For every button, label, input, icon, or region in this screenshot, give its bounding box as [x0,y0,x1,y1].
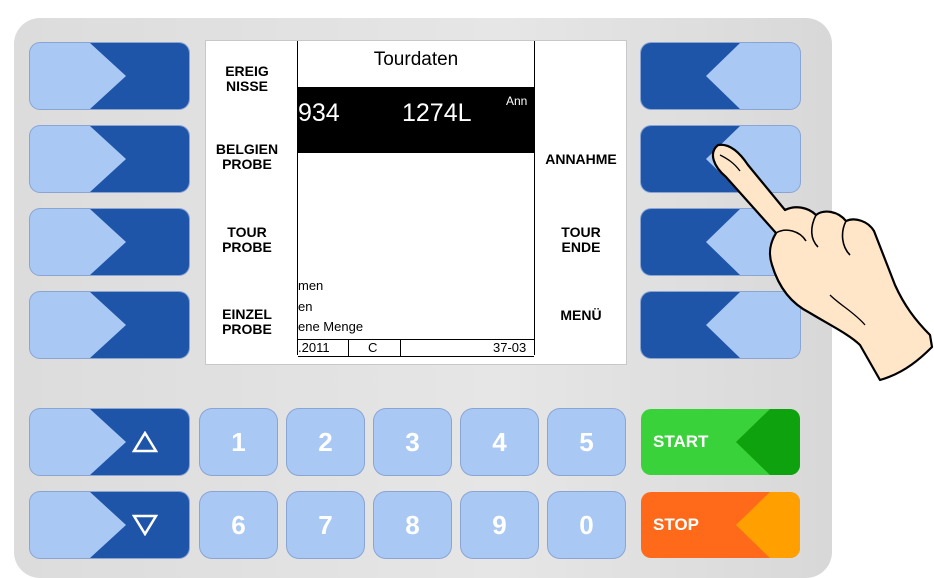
key-8[interactable]: 8 [374,492,451,558]
status-code: C [368,340,378,355]
selected-row: 934 1274L Ann [298,87,534,153]
row-number: 934 [298,99,340,127]
right-divider [534,41,535,355]
start-label: START [653,432,709,451]
info-line-1: men [298,278,324,293]
softkey-left-2[interactable] [30,126,189,192]
key-0[interactable]: 0 [548,492,625,558]
label-annahme: ANNAHME [545,151,617,167]
label-ereignisse: EREIG NISSE [225,63,269,94]
status-ref: 37-03 [493,340,527,355]
start-button[interactable]: START [641,409,800,475]
softkey-right-1[interactable] [641,43,800,109]
info-line-3: ene Menge [298,319,364,334]
key-3[interactable]: 3 [374,409,451,475]
softkey-left-3[interactable] [30,209,189,275]
lcd-display: EREIG NISSE BELGIEN PROBE TOUR PROBE EINZEL… [205,40,627,365]
screen-title: Tourdaten [373,49,459,70]
row-amount: 1274L [402,99,472,127]
key-6[interactable]: 6 [200,492,277,558]
key-2[interactable]: 2 [287,409,364,475]
key-9[interactable]: 9 [461,492,538,558]
status-bar: .2011 C 37-03 [298,339,534,357]
label-tour-ende: TOUR ENDE [561,224,601,255]
triangle-up-icon [100,409,189,475]
down-arrow-button[interactable] [30,492,189,558]
key-7[interactable]: 7 [287,492,364,558]
info-line-2: en [298,299,313,314]
label-belgien-probe: BELGIEN PROBE [215,141,279,172]
label-menu: MENÜ [560,307,602,323]
row-tag: Ann [506,94,528,108]
pointing-hand-icon [711,143,934,382]
key-1[interactable]: 1 [200,409,277,475]
softkey-left-1[interactable] [30,43,189,109]
up-arrow-button[interactable] [30,409,189,475]
softkey-left-4[interactable] [30,292,189,358]
key-4[interactable]: 4 [461,409,538,475]
label-einzel-probe: EINZEL PROBE [222,306,272,337]
terminal-panel: EREIG NISSE BELGIEN PROBE TOUR PROBE EINZEL… [0,0,934,578]
key-5[interactable]: 5 [548,409,625,475]
status-date: .2011 [298,340,330,355]
label-tour-probe: TOUR PROBE [222,224,272,255]
stop-label: STOP [653,515,699,534]
stop-button[interactable]: STOP [641,492,800,558]
triangle-down-icon [100,492,189,558]
